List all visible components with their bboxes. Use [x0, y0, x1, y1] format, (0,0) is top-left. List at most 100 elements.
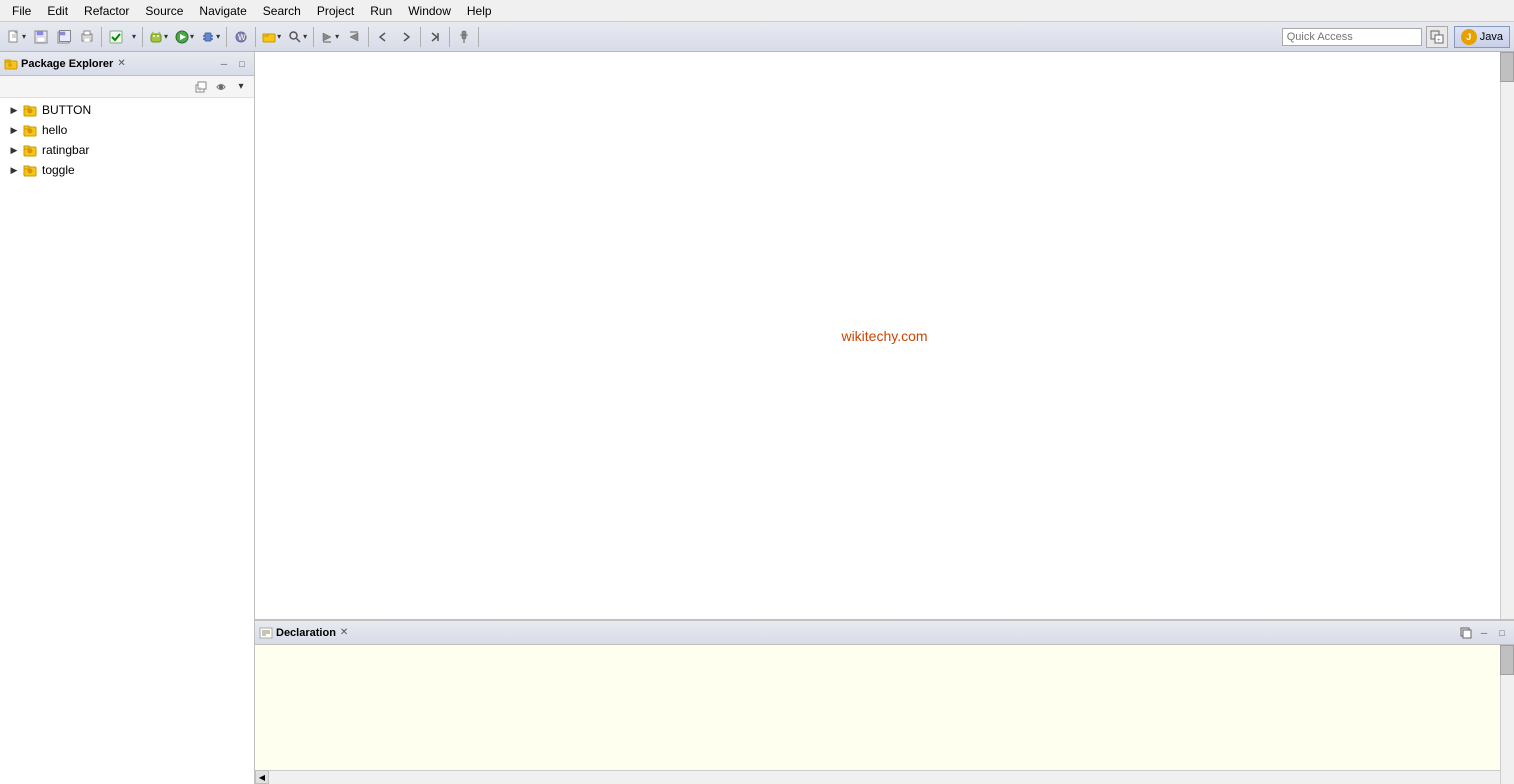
- declaration-header: Declaration ✕ ─ □: [255, 621, 1514, 645]
- folder-icon: [262, 30, 276, 44]
- separator-3: [226, 27, 227, 47]
- menu-window[interactable]: Window: [400, 2, 459, 20]
- package-explorer-icon: [4, 57, 18, 71]
- sync-icon: [1460, 627, 1472, 639]
- back-button[interactable]: [372, 26, 394, 48]
- tree-item-hello[interactable]: ▶ hello: [0, 120, 254, 140]
- declaration-panel: Declaration ✕ ─ □: [255, 619, 1514, 784]
- open-arrow: ▾: [277, 32, 281, 41]
- decl-scrollbar-v[interactable]: [1500, 645, 1514, 784]
- separator-4: [255, 27, 256, 47]
- new-button[interactable]: ▾: [4, 26, 29, 48]
- svg-text:+: +: [1437, 38, 1441, 44]
- prev-annotation-icon: [347, 30, 361, 44]
- save-button[interactable]: [30, 26, 52, 48]
- arrow-hello: ▶: [8, 124, 20, 136]
- pin-button[interactable]: [453, 26, 475, 48]
- save-all-icon: [57, 30, 71, 44]
- icon-button: [22, 102, 38, 118]
- quick-access-input[interactable]: [1282, 28, 1422, 46]
- minimize-decl-button[interactable]: ─: [1476, 626, 1492, 640]
- menu-file[interactable]: File: [4, 2, 39, 20]
- run-arrow: ▾: [190, 32, 194, 41]
- menu-edit[interactable]: Edit: [39, 2, 76, 20]
- icon-toggle: [22, 162, 38, 178]
- editor-area[interactable]: wikitechy.com: [255, 52, 1514, 619]
- link-with-editor-button[interactable]: [212, 78, 230, 96]
- debug-icon: [201, 30, 215, 44]
- view-menu-button[interactable]: ▾: [232, 78, 250, 96]
- menu-project[interactable]: Project: [309, 2, 362, 20]
- tree-item-hello-label: hello: [42, 123, 67, 137]
- maximize-panel-button[interactable]: □: [234, 57, 250, 71]
- minimize-panel-button[interactable]: ─: [216, 57, 232, 71]
- collapse-all-icon: [194, 80, 208, 94]
- print-button[interactable]: [76, 26, 98, 48]
- decl-scrollbar-v-thumb[interactable]: [1500, 645, 1514, 675]
- run-button[interactable]: ▾: [172, 26, 197, 48]
- svg-text:W: W: [238, 33, 246, 42]
- pin-icon: [457, 30, 471, 44]
- menu-source[interactable]: Source: [137, 2, 191, 20]
- maximize-decl-button[interactable]: □: [1494, 626, 1510, 640]
- menu-navigate[interactable]: Navigate: [191, 2, 254, 20]
- run-icon: [175, 30, 189, 44]
- new-arrow: ▾: [22, 32, 26, 41]
- back-icon: [376, 30, 390, 44]
- wipe-button[interactable]: W: [230, 26, 252, 48]
- check-dropdown-arrow: ▾: [132, 32, 136, 41]
- editor-scrollbar[interactable]: [1500, 52, 1514, 619]
- tree-item-toggle-label: toggle: [42, 163, 75, 177]
- watermark: wikitechy.com: [841, 328, 927, 344]
- editor-scrollbar-thumb[interactable]: [1500, 52, 1514, 82]
- icon-ratingbar: [22, 142, 38, 158]
- next-annotation-icon: [320, 30, 334, 44]
- java-perspective-button[interactable]: J Java: [1454, 26, 1510, 48]
- perspective-open-button[interactable]: +: [1426, 26, 1448, 48]
- next-annotation-button[interactable]: ▾: [317, 26, 342, 48]
- search-tool-button[interactable]: ▾: [285, 26, 310, 48]
- next-edit-button[interactable]: [424, 26, 446, 48]
- menu-refactor[interactable]: Refactor: [76, 2, 137, 20]
- forward-button[interactable]: [395, 26, 417, 48]
- check-button[interactable]: [105, 26, 127, 48]
- new-android-button[interactable]: ▾: [146, 26, 171, 48]
- declaration-icon: [259, 626, 273, 640]
- menu-search[interactable]: Search: [255, 2, 309, 20]
- debug-button[interactable]: ▾: [198, 26, 223, 48]
- collapse-all-button[interactable]: [192, 78, 210, 96]
- menu-run[interactable]: Run: [362, 2, 400, 20]
- separator-2: [142, 27, 143, 47]
- save-all-button[interactable]: [53, 26, 75, 48]
- check-icon: [109, 30, 123, 44]
- check-dropdown-button[interactable]: ▾: [128, 26, 139, 48]
- separator-6: [368, 27, 369, 47]
- tree-item-ratingbar[interactable]: ▶ ratingbar: [0, 140, 254, 160]
- sync-button[interactable]: [1458, 626, 1474, 640]
- android-arrow: ▾: [164, 32, 168, 41]
- print-icon: [80, 30, 94, 44]
- package-explorer-header: Package Explorer ✕ ─ □: [0, 52, 254, 76]
- separator-9: [478, 27, 479, 47]
- package-explorer-close[interactable]: ✕: [117, 58, 125, 69]
- separator-1: [101, 27, 102, 47]
- prev-annotation-button[interactable]: [343, 26, 365, 48]
- tree-item-toggle[interactable]: ▶ toggle: [0, 160, 254, 180]
- menu-help[interactable]: Help: [459, 2, 500, 20]
- android-icon: [149, 30, 163, 44]
- java-label: Java: [1480, 31, 1503, 43]
- tree-item-button-label: BUTTON: [42, 103, 91, 117]
- package-explorer-title: Package Explorer: [21, 58, 113, 70]
- debug-arrow: ▾: [216, 32, 220, 41]
- toolbar: ▾ ▾: [0, 22, 1514, 52]
- menu-bar: File Edit Refactor Source Navigate Searc…: [0, 0, 1514, 22]
- arrow-button: ▶: [8, 104, 20, 116]
- decl-scrollbar-h[interactable]: ◀: [255, 770, 1500, 784]
- declaration-close[interactable]: ✕: [340, 627, 348, 638]
- open-button[interactable]: ▾: [259, 26, 284, 48]
- search-tool-arrow: ▾: [303, 32, 307, 41]
- arrow-ratingbar: ▶: [8, 144, 20, 156]
- tree-item-button[interactable]: ▶ BUTTON: [0, 100, 254, 120]
- decl-scrollbar-left-arrow[interactable]: ◀: [255, 770, 269, 784]
- wipe-icon: W: [234, 30, 248, 44]
